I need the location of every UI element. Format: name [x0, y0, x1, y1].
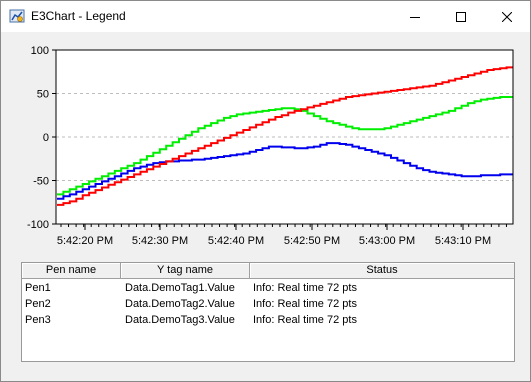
window-title: E3Chart - Legend	[31, 9, 126, 23]
legend-table[interactable]: Pen name Y tag name Status Pen1 Data.Dem…	[21, 262, 515, 362]
x-tick-label: 5:42:40 PM	[208, 235, 264, 247]
legend-row-pen1[interactable]: Pen1 Data.DemoTag1.Value Info: Real time…	[22, 281, 514, 297]
column-header-y-tag-name[interactable]: Y tag name	[121, 263, 250, 278]
maximize-icon	[456, 11, 466, 22]
y-tick-label: -100	[27, 219, 49, 231]
y-tag-name: Data.DemoTag2.Value	[125, 298, 235, 310]
column-header-pen-name[interactable]: Pen name	[22, 263, 121, 278]
legend-row-pen3[interactable]: Pen3 Data.DemoTag3.Value Info: Real time…	[22, 313, 514, 329]
line-chart[interactable]: 100 50 0 -50 -100 5:42:20 PM 5:42:30 PM 5:42:40…	[1, 32, 530, 252]
status: Info: Real time 72 pts	[253, 282, 357, 294]
status: Info: Real time 72 pts	[253, 314, 357, 326]
minimize-icon	[410, 16, 420, 18]
x-tick-label: 5:42:20 PM	[57, 235, 113, 247]
pen-name: Pen1	[25, 282, 51, 294]
y-tag-name: Data.DemoTag3.Value	[125, 314, 235, 326]
x-tick-label: 5:42:50 PM	[284, 235, 340, 247]
app-window: E3Chart - Legend 100 50 0 -50 -100 5:42:20 PM…	[0, 0, 531, 382]
x-tick-label: 5:43:00 PM	[359, 235, 415, 247]
x-tick-label: 5:43:10 PM	[435, 235, 491, 247]
pen-name: Pen3	[25, 314, 51, 326]
close-button[interactable]	[484, 1, 530, 32]
x-tick-label: 5:42:30 PM	[132, 235, 188, 247]
y-tag-name: Data.DemoTag1.Value	[125, 282, 235, 294]
close-icon	[502, 11, 512, 22]
y-tick-label: -50	[33, 176, 49, 188]
legend-header: Pen name Y tag name Status	[22, 263, 514, 279]
y-tick-label: 50	[37, 89, 49, 101]
app-chart-icon	[9, 9, 25, 23]
pen-name: Pen2	[25, 298, 51, 310]
legend-row-pen2[interactable]: Pen2 Data.DemoTag2.Value Info: Real time…	[22, 297, 514, 313]
y-tick-label: 100	[31, 45, 49, 57]
maximize-button[interactable]	[438, 1, 484, 32]
column-header-status[interactable]: Status	[250, 263, 514, 278]
minimize-button[interactable]	[392, 1, 438, 32]
title-bar[interactable]: E3Chart - Legend	[1, 1, 530, 32]
y-tick-label: 0	[43, 132, 49, 144]
status: Info: Real time 72 pts	[253, 298, 357, 310]
